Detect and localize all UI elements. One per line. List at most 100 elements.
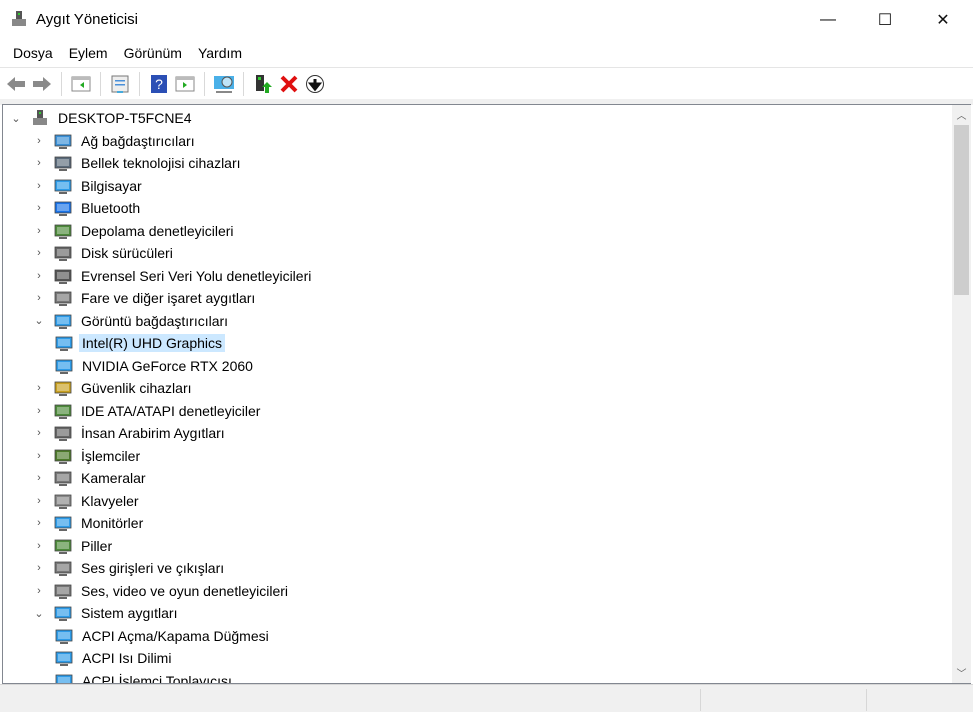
tree-item[interactable]: ACPI İşlemci Toplayıcısı [55, 670, 235, 683]
tree-item-label: Bellek teknolojisi cihazları [81, 155, 241, 172]
show-action-pane-icon[interactable] [173, 72, 197, 96]
status-divider [866, 689, 867, 711]
tree-item-label: Ağ bağdaştırıcıları [81, 132, 195, 149]
tree-item[interactable]: › Evrensel Seri Veri Yolu denetleyicileri [32, 265, 314, 288]
tree-item-label: İşlemciler [81, 447, 141, 464]
chevron-right-icon[interactable]: › [32, 517, 46, 529]
tree-item[interactable]: › Ses, video ve oyun denetleyicileri [32, 580, 291, 603]
menu-bar: Dosya Eylem Görünüm Yardım [0, 40, 973, 67]
tree-item[interactable]: Intel(R) UHD Graphics [55, 332, 226, 355]
forward-icon[interactable] [30, 72, 54, 96]
ide-controller-icon [54, 402, 72, 420]
tree-item[interactable]: › İnsan Arabirim Aygıtları [32, 422, 228, 445]
menu-yardim[interactable]: Yardım [190, 40, 250, 67]
tree-item-label: ACPI Açma/Kapama Düğmesi [82, 627, 269, 644]
update-driver-icon[interactable] [251, 72, 275, 96]
tree-item[interactable]: › İşlemciler [32, 445, 143, 468]
tree-item[interactable]: ACPI Açma/Kapama Düğmesi [55, 625, 272, 648]
back-icon[interactable] [4, 72, 28, 96]
chevron-right-icon[interactable]: › [32, 585, 46, 597]
tree-item-label: NVIDIA GeForce RTX 2060 [82, 357, 253, 374]
show-hide-console-tree-icon[interactable] [69, 72, 93, 96]
chevron-right-icon[interactable]: › [32, 472, 46, 484]
tree-item[interactable]: ⌄ Sistem aygıtları [32, 602, 180, 625]
tree-item[interactable]: NVIDIA GeForce RTX 2060 [55, 355, 256, 378]
chevron-right-icon[interactable]: › [32, 495, 46, 507]
chevron-down-icon[interactable]: ⌄ [32, 314, 46, 327]
vertical-scrollbar[interactable]: ︿ ﹀ [952, 105, 971, 683]
processor-icon [54, 447, 72, 465]
tree-item[interactable]: › Güvenlik cihazları [32, 377, 195, 400]
chevron-right-icon[interactable]: › [32, 382, 46, 394]
close-button[interactable]: ✕ [920, 0, 966, 40]
scroll-up-icon[interactable]: ︿ [952, 107, 971, 125]
speaker-icon [54, 582, 72, 600]
display-adapter-icon [55, 334, 73, 352]
display-adapter-icon [54, 312, 72, 330]
help-icon[interactable]: ? [147, 72, 171, 96]
monitor-icon [54, 514, 72, 532]
chevron-right-icon[interactable]: › [32, 157, 46, 169]
disk-drive-icon [54, 244, 72, 262]
tree-item-label: Güvenlik cihazları [81, 380, 192, 397]
uninstall-icon[interactable] [277, 72, 301, 96]
chevron-right-icon[interactable]: › [32, 427, 46, 439]
tree-item[interactable]: › Bilgisayar [32, 175, 145, 198]
tree-root[interactable]: ⌄ DESKTOP-T5FCNE4 [9, 107, 195, 130]
menu-dosya[interactable]: Dosya [5, 40, 61, 67]
chevron-down-icon[interactable]: ⌄ [9, 112, 23, 125]
tree-item[interactable]: › Fare ve diğer işaret aygıtları [32, 287, 258, 310]
tree-item[interactable]: › IDE ATA/ATAPI denetleyiciler [32, 400, 263, 423]
tree-item[interactable]: › Ağ bağdaştırıcıları [32, 130, 198, 153]
tree-item[interactable]: › Bellek teknolojisi cihazları [32, 152, 244, 175]
chevron-right-icon[interactable]: › [32, 270, 46, 282]
chevron-down-icon[interactable]: ⌄ [32, 607, 46, 620]
tree-item[interactable]: › Klavyeler [32, 490, 142, 513]
chevron-right-icon[interactable]: › [32, 292, 46, 304]
maximize-button[interactable]: ☐ [862, 0, 908, 40]
tree-item[interactable]: › Bluetooth [32, 197, 143, 220]
menu-eylem[interactable]: Eylem [61, 40, 116, 67]
chevron-right-icon[interactable]: › [32, 540, 46, 552]
system-device-icon [55, 649, 73, 667]
chevron-right-icon[interactable]: › [32, 562, 46, 574]
tree-item[interactable]: › Ses girişleri ve çıkışları [32, 557, 227, 580]
toolbar-separator [100, 71, 101, 96]
storage-controller-icon [54, 222, 72, 240]
chevron-right-icon[interactable]: › [32, 405, 46, 417]
tree-item[interactable]: ACPI Isı Dilimi [55, 647, 174, 670]
chevron-right-icon[interactable]: › [32, 180, 46, 192]
tree-item-label: Bilgisayar [81, 177, 142, 194]
window-title: Aygıt Yöneticisi [36, 11, 139, 28]
tree-item[interactable]: ⌄ Görüntü bağdaştırıcıları [32, 310, 231, 333]
tree-item-label: Klavyeler [81, 492, 139, 509]
properties-icon[interactable] [108, 72, 132, 96]
chevron-right-icon[interactable]: › [32, 135, 46, 147]
chevron-right-icon[interactable]: › [32, 202, 46, 214]
status-divider [700, 689, 701, 711]
scrollbar-thumb[interactable] [954, 125, 969, 295]
computer-icon [54, 177, 72, 195]
menu-gorunum[interactable]: Görünüm [116, 40, 190, 67]
tree-item-label: Ses, video ve oyun denetleyicileri [81, 582, 289, 599]
tree-item-label: Depolama denetleyicileri [81, 222, 234, 239]
tree-item[interactable]: › Kameralar [32, 467, 149, 490]
tree-item[interactable]: › Depolama denetleyicileri [32, 220, 237, 243]
scroll-down-icon[interactable]: ﹀ [952, 665, 971, 683]
title-bar: Aygıt Yöneticisi — ☐ ✕ [0, 0, 973, 40]
tree-item-label: İnsan Arabirim Aygıtları [81, 425, 225, 442]
tree-item-label: Bluetooth [81, 200, 141, 217]
disable-icon[interactable] [303, 72, 327, 96]
security-device-icon [54, 379, 72, 397]
tree-item[interactable]: › Disk sürücüleri [32, 242, 176, 265]
memory-device-icon [54, 154, 72, 172]
scan-hardware-icon[interactable] [212, 72, 236, 96]
tree-item-label: Sistem aygıtları [81, 605, 178, 622]
chevron-right-icon[interactable]: › [32, 247, 46, 259]
tree-item[interactable]: › Piller [32, 535, 115, 558]
tree-item[interactable]: › Monitörler [32, 512, 146, 535]
chevron-right-icon[interactable]: › [32, 225, 46, 237]
tree-item-label: Kameralar [81, 470, 146, 487]
chevron-right-icon[interactable]: › [32, 450, 46, 462]
minimize-button[interactable]: — [805, 0, 851, 40]
